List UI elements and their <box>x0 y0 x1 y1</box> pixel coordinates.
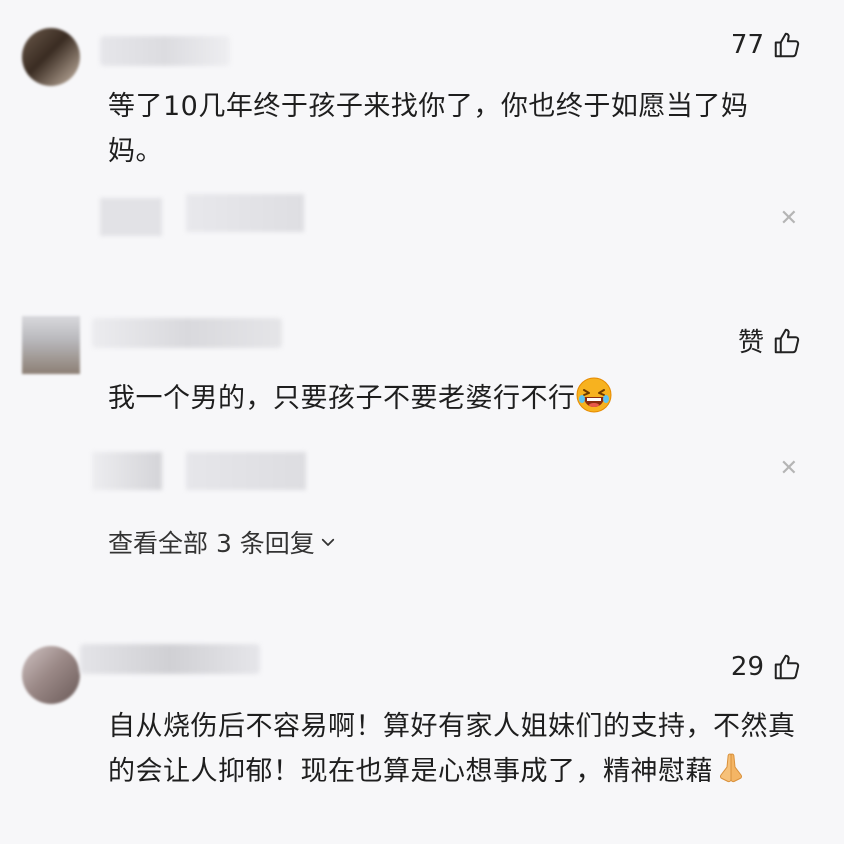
like-button[interactable]: 29 <box>731 652 802 682</box>
comment-text: 我一个男的，只要孩子不要老婆行不行 <box>108 376 798 421</box>
thumbs-up-icon <box>774 32 800 58</box>
avatar[interactable] <box>22 28 80 86</box>
praying-hands-emoji-icon <box>719 753 743 783</box>
reply-preview[interactable] <box>100 198 162 236</box>
view-replies-label: 查看全部 3 条回复 <box>108 529 315 558</box>
thumbs-up-icon <box>774 328 800 353</box>
comment-text: 自从烧伤后不容易啊！算好有家人姐妹们的支持，不然真的会让人抑郁！现在也算是心想事… <box>108 704 798 794</box>
laughing-emoji-icon <box>576 377 611 413</box>
close-icon[interactable]: ✕ <box>780 456 798 481</box>
thumbs-up-icon <box>774 654 800 680</box>
avatar[interactable] <box>22 646 80 704</box>
like-count: 29 <box>730 652 764 682</box>
reply-preview[interactable] <box>92 452 162 490</box>
avatar[interactable] <box>22 316 80 374</box>
chevron-down-icon <box>321 538 334 546</box>
like-count: 77 <box>730 30 764 60</box>
close-icon[interactable]: ✕ <box>780 206 798 231</box>
comment-text-body: 我一个男的，只要孩子不要老婆行不行 <box>108 383 576 414</box>
comment-text-body: 自从烧伤后不容易啊！算好有家人姐妹们的支持，不然真的会让人抑郁！现在也算是心想事… <box>108 711 796 787</box>
like-button[interactable]: 77 <box>731 30 802 60</box>
reply-preview-text <box>186 194 304 232</box>
like-count: 赞 <box>737 328 764 358</box>
like-button[interactable]: 赞 <box>738 322 802 359</box>
comment-text: 等了10几年终于孩子来找你了，你也终于如愿当了妈妈。 <box>108 91 749 167</box>
username[interactable] <box>100 36 230 66</box>
view-all-replies-link[interactable]: 查看全部 3 条回复 <box>108 524 337 560</box>
reply-preview-text <box>186 452 306 490</box>
username[interactable] <box>92 318 282 348</box>
username[interactable] <box>80 644 260 674</box>
